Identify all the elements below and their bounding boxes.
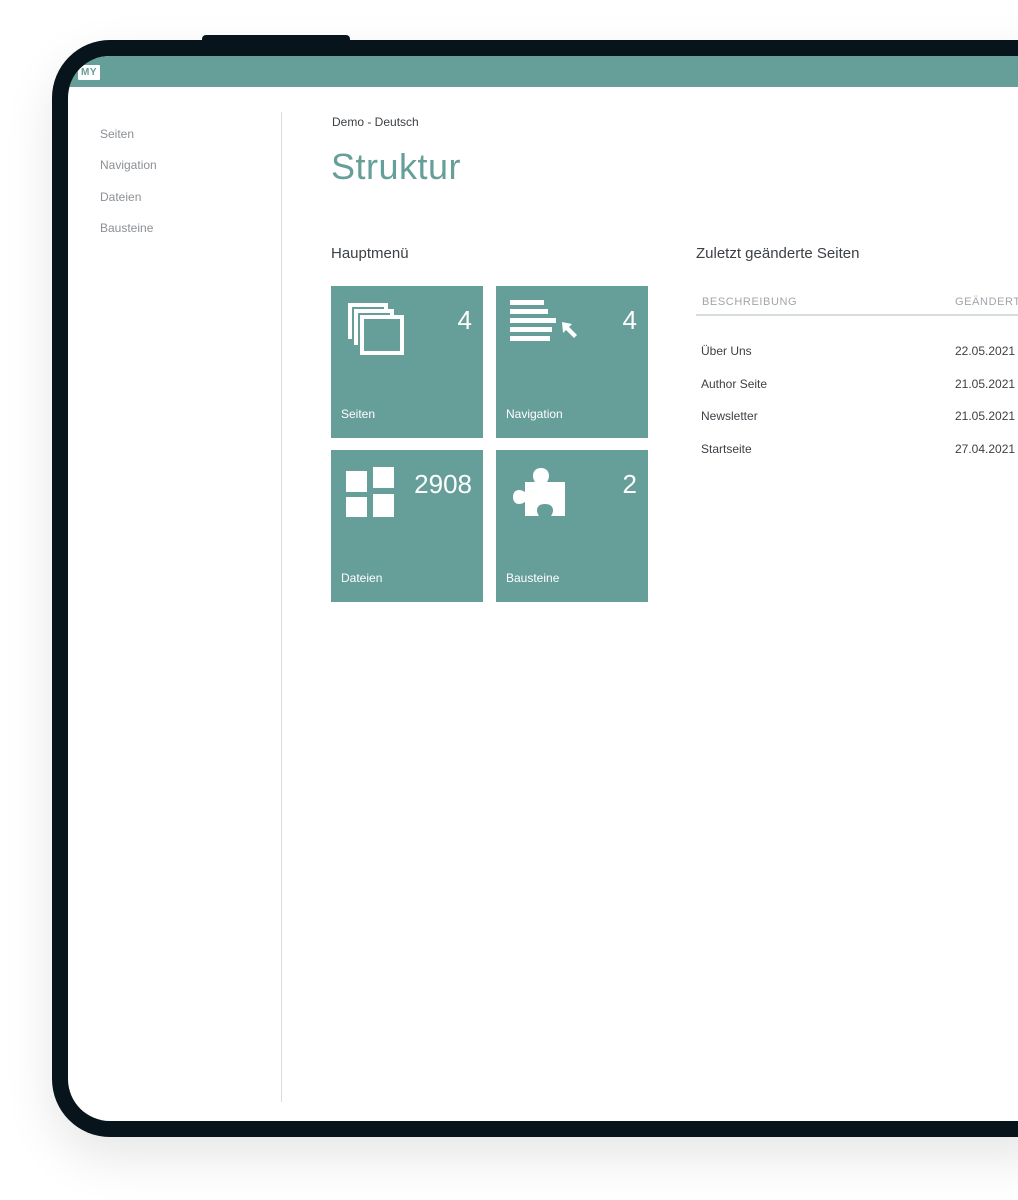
page-title: Struktur bbox=[331, 146, 462, 187]
sidebar-item-bausteine[interactable]: Bausteine bbox=[100, 221, 153, 235]
top-bar: MY bbox=[68, 56, 1018, 87]
app-screen: MY Seiten Navigation Dateien Bausteine D… bbox=[68, 56, 1018, 1121]
row-changed-date: 21.05.2021 bbox=[955, 377, 1016, 391]
tile-label: Seiten bbox=[341, 407, 376, 421]
row-changed-date: 21.05.2021 bbox=[955, 409, 1016, 423]
recent-pages-table-header: BESCHREIBUNG GEÄNDERT bbox=[696, 294, 1018, 316]
sidebar: Seiten Navigation Dateien Bausteine bbox=[68, 87, 281, 1121]
sidebar-item-navigation[interactable]: Navigation bbox=[100, 158, 157, 172]
table-row[interactable]: Newsletter 21.05.2021 bbox=[696, 409, 1018, 431]
column-header-description[interactable]: BESCHREIBUNG bbox=[702, 296, 797, 308]
tile-count: 2 bbox=[622, 469, 637, 499]
tile-seiten[interactable]: 4 Seiten bbox=[331, 286, 483, 438]
app-logo[interactable]: MY bbox=[78, 65, 100, 80]
row-changed-date: 22.05.2021 bbox=[955, 344, 1016, 358]
tile-bausteine[interactable]: 2 Bausteine bbox=[496, 450, 648, 602]
tile-count: 2908 bbox=[414, 469, 472, 499]
table-row[interactable]: Startseite 27.04.2021 bbox=[696, 442, 1018, 464]
row-description[interactable]: Author Seite bbox=[701, 377, 767, 391]
sidebar-item-dateien[interactable]: Dateien bbox=[100, 190, 141, 204]
row-description[interactable]: Startseite bbox=[701, 442, 752, 456]
recent-pages-heading: Zuletzt geänderte Seiten bbox=[696, 245, 860, 262]
tile-label: Navigation bbox=[506, 407, 563, 421]
tile-dateien[interactable]: 2908 Dateien bbox=[331, 450, 483, 602]
tile-count: 4 bbox=[622, 305, 637, 335]
breadcrumb[interactable]: Demo - Deutsch bbox=[332, 115, 419, 129]
table-row[interactable]: Author Seite 21.05.2021 bbox=[696, 377, 1018, 399]
sidebar-item-seiten[interactable]: Seiten bbox=[100, 127, 134, 141]
pages-icon bbox=[348, 303, 404, 355]
tile-navigation[interactable]: 4 Navigation bbox=[496, 286, 648, 438]
navigation-icon bbox=[510, 300, 577, 341]
puzzle-icon bbox=[513, 468, 565, 516]
main-menu-heading: Hauptmenü bbox=[331, 245, 409, 262]
tile-label: Dateien bbox=[341, 571, 383, 585]
tile-count: 4 bbox=[457, 305, 472, 335]
tile-label: Bausteine bbox=[506, 571, 560, 585]
row-description[interactable]: Newsletter bbox=[701, 409, 758, 423]
files-grid-icon bbox=[346, 467, 394, 517]
sidebar-divider bbox=[281, 112, 282, 1102]
column-header-changed[interactable]: GEÄNDERT bbox=[955, 296, 1018, 308]
row-changed-date: 27.04.2021 bbox=[955, 442, 1016, 456]
row-description[interactable]: Über Uns bbox=[701, 344, 752, 358]
table-row[interactable]: Über Uns 22.05.2021 bbox=[696, 344, 1018, 366]
